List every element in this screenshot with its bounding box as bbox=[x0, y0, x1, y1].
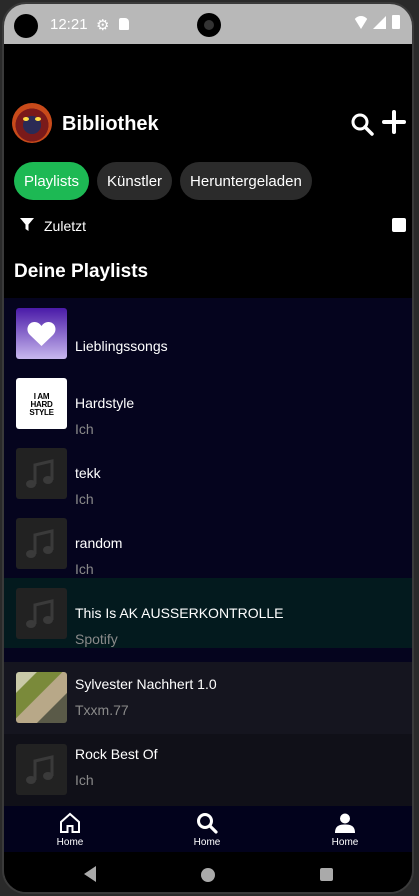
playlist-cover bbox=[16, 518, 67, 569]
page-title: Bibliothek bbox=[62, 113, 159, 135]
search-icon bbox=[197, 813, 218, 834]
music-note-icon bbox=[26, 755, 54, 784]
list-item[interactable]: I AM HARD STYLE Hardstyle Ich bbox=[4, 368, 412, 438]
chip-playlists[interactable]: Playlists bbox=[14, 162, 90, 200]
nav-label: Home bbox=[331, 837, 359, 848]
home-button-icon[interactable] bbox=[201, 868, 215, 882]
front-camera-cutout bbox=[197, 13, 221, 37]
phone-screen: 12:21 ⚙ Bibliothek Playlists Künstler He… bbox=[2, 2, 414, 894]
playlist-title: This Is AK AUSSERKONTROLLE bbox=[75, 605, 284, 621]
list-item[interactable]: tekk Ich bbox=[4, 438, 412, 508]
chip-downloaded[interactable]: Heruntergeladen bbox=[180, 162, 312, 200]
battery-icon bbox=[392, 15, 400, 29]
playlist-title: Rock Best Of bbox=[75, 746, 158, 762]
cover-text-line: STYLE bbox=[29, 408, 54, 417]
wifi-icon bbox=[353, 15, 369, 29]
list-item[interactable]: Sylvester Nachhert 1.0 Txxm.77 bbox=[4, 662, 412, 734]
nav-profile[interactable]: Home bbox=[315, 806, 375, 852]
filter-funnel-icon[interactable] bbox=[20, 218, 34, 232]
playlist-title: random bbox=[75, 535, 123, 551]
playlist-cover bbox=[16, 448, 67, 499]
sort-label[interactable]: Zuletzt bbox=[44, 218, 86, 234]
bottom-nav: Home Home Home bbox=[4, 806, 412, 852]
playlist-owner: Spotify bbox=[75, 631, 118, 647]
view-toggle-icon[interactable] bbox=[392, 218, 406, 232]
sd-card-icon bbox=[119, 18, 129, 30]
music-note-icon bbox=[26, 599, 54, 628]
filter-chips: Playlists Künstler Heruntergeladen bbox=[14, 162, 312, 200]
nav-label: Home bbox=[56, 837, 84, 848]
chip-artists[interactable]: Künstler bbox=[97, 162, 173, 200]
settings-status-icon: ⚙ bbox=[96, 17, 110, 34]
profile-icon bbox=[335, 813, 355, 833]
list-item[interactable]: Rock Best Of Ich bbox=[4, 734, 412, 806]
music-note-icon bbox=[26, 459, 54, 488]
status-bar: 12:21 ⚙ bbox=[4, 4, 412, 44]
section-title: Deine Playlists bbox=[14, 261, 149, 282]
library-header: Bibliothek bbox=[4, 100, 412, 144]
playlist-title: tekk bbox=[75, 465, 101, 481]
camera-hole bbox=[14, 14, 38, 38]
playlist-owner: Ich bbox=[75, 421, 94, 437]
avatar[interactable] bbox=[12, 103, 52, 143]
list-item[interactable]: This Is AK AUSSERKONTROLLE Spotify bbox=[4, 578, 412, 648]
signal-icon bbox=[373, 15, 386, 29]
list-item[interactable]: Lieblingssongs bbox=[4, 298, 412, 368]
playlist-owner: Ich bbox=[75, 772, 94, 788]
playlist-title: Hardstyle bbox=[75, 395, 135, 411]
playlist-cover: I AM HARD STYLE bbox=[16, 378, 67, 429]
playlist-cover bbox=[16, 588, 67, 639]
add-icon[interactable] bbox=[382, 110, 406, 134]
nav-home[interactable]: Home bbox=[40, 806, 100, 852]
playlist-list: Lieblingssongs I AM HARD STYLE Hardstyle… bbox=[4, 298, 412, 806]
heart-icon bbox=[27, 322, 56, 346]
status-time: 12:21 bbox=[50, 16, 88, 33]
status-icons bbox=[353, 15, 400, 29]
system-nav-bar bbox=[4, 852, 412, 892]
music-note-icon bbox=[26, 529, 54, 558]
recents-icon[interactable] bbox=[320, 868, 333, 881]
sort-row: Zuletzt bbox=[20, 216, 406, 236]
nav-label: Home bbox=[193, 837, 221, 848]
playlist-owner: Ich bbox=[75, 491, 94, 507]
playlist-title: Sylvester Nachhert 1.0 bbox=[75, 676, 217, 692]
playlist-cover bbox=[16, 672, 67, 723]
playlist-cover bbox=[16, 744, 67, 795]
search-icon[interactable] bbox=[350, 112, 374, 136]
playlist-owner: Ich bbox=[75, 561, 94, 577]
home-icon bbox=[60, 812, 80, 833]
playlist-owner: Txxm.77 bbox=[75, 702, 129, 718]
list-item[interactable]: random Ich bbox=[4, 508, 412, 578]
back-icon[interactable] bbox=[84, 866, 96, 882]
liked-songs-cover bbox=[16, 308, 67, 359]
playlist-title: Lieblingssongs bbox=[75, 338, 168, 354]
nav-search[interactable]: Home bbox=[177, 806, 237, 852]
